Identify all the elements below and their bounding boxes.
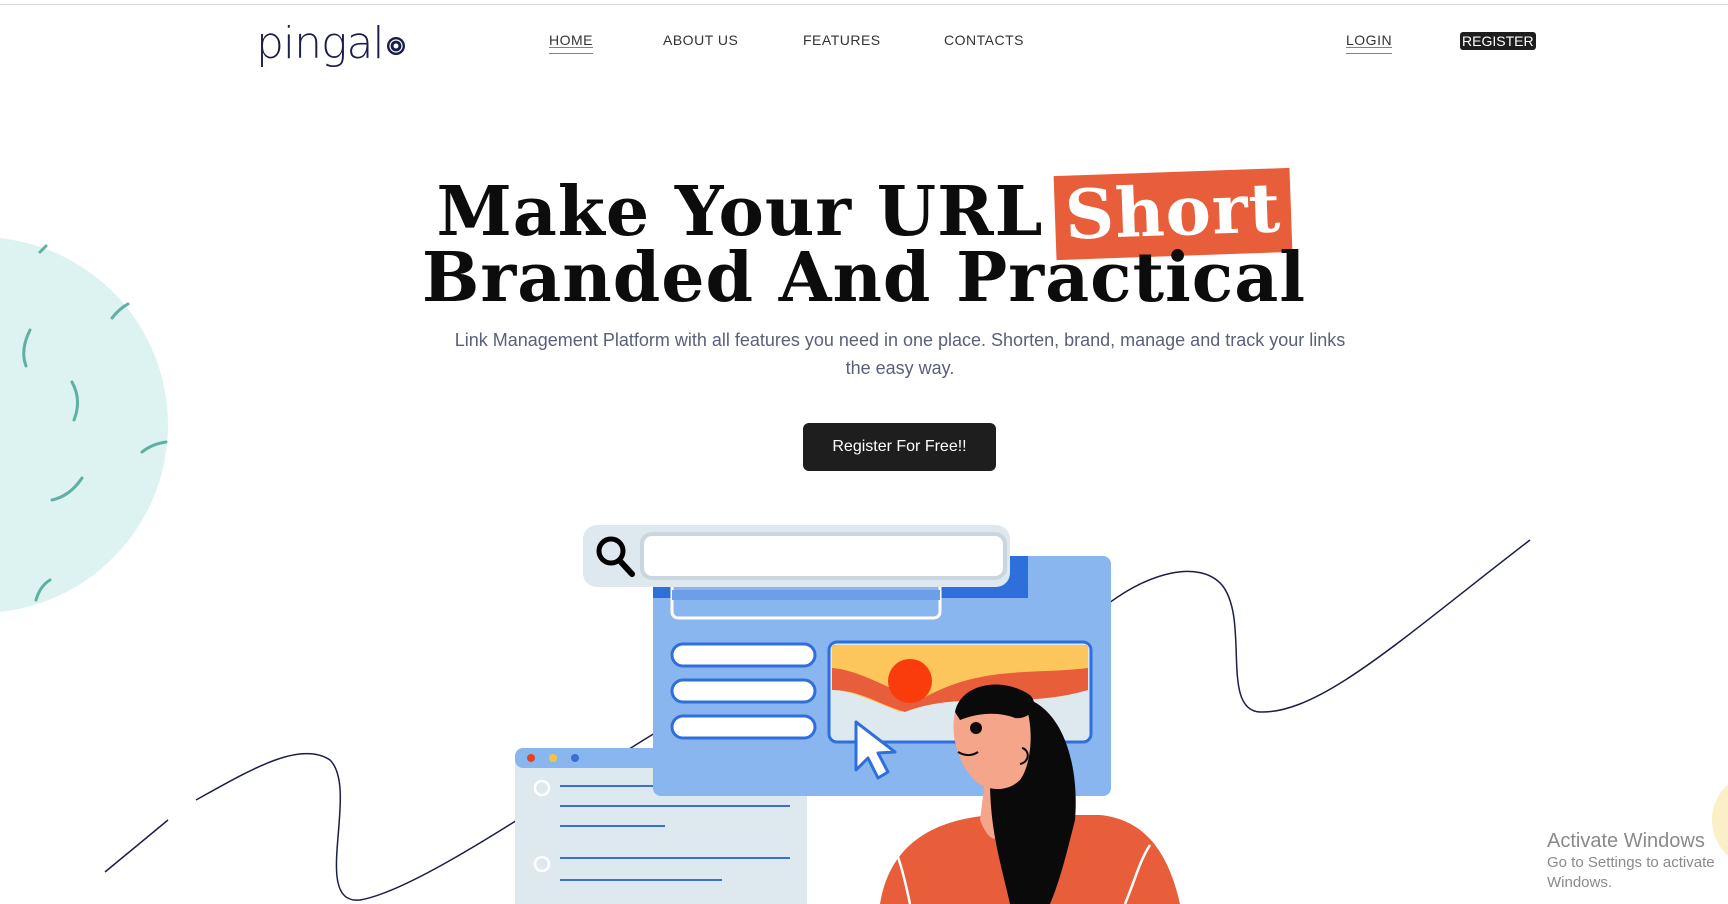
logo-mark-icon (386, 37, 405, 55)
hero-subtitle: Link Management Platform with all featur… (454, 330, 1346, 378)
nav-contacts[interactable]: CONTACTS (944, 32, 1024, 54)
search-card (583, 525, 1010, 587)
login-link[interactable]: LOGIN (1346, 32, 1393, 54)
hero-title-line2: Branded And Practical (421, 238, 1307, 318)
register-button[interactable]: REGISTER (1460, 32, 1536, 50)
register-for-free-button[interactable]: Register For Free!! (803, 423, 996, 471)
watermark-title: Activate Windows (1547, 830, 1705, 852)
watermark-subtitle: Go to Settings to activate Windows. (1547, 854, 1715, 891)
activate-windows-watermark: Activate Windows Go to Settings to activ… (1547, 829, 1728, 893)
logo-text: pingal (256, 18, 385, 69)
nav-home[interactable]: HOME (549, 32, 593, 54)
nav-features[interactable]: FEATURES (803, 32, 881, 54)
logo[interactable]: pingal (256, 14, 406, 74)
nav-about-us[interactable]: ABOUT US (663, 32, 738, 54)
